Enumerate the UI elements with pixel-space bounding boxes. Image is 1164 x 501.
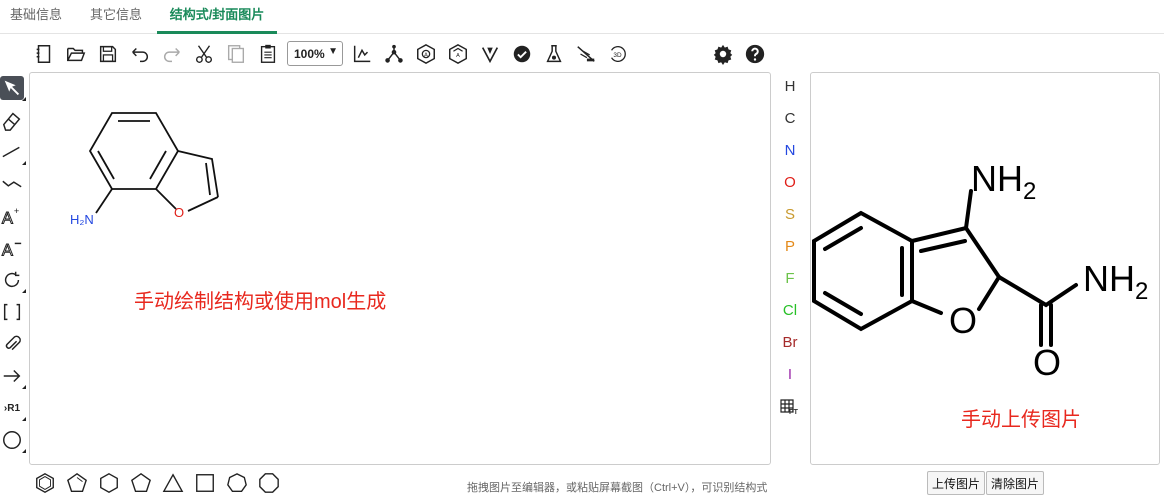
amide-nh2-label: NH2 bbox=[1083, 258, 1148, 305]
svg-text:A: A bbox=[456, 53, 460, 59]
clear-image-button[interactable]: 清除图片 bbox=[986, 471, 1045, 495]
element-h[interactable]: H bbox=[776, 78, 804, 95]
redo-icon[interactable] bbox=[160, 42, 184, 66]
3d-icon[interactable]: 3D bbox=[606, 42, 630, 66]
svg-text:A: A bbox=[2, 241, 13, 259]
cycloheptane-template-icon[interactable] bbox=[224, 470, 250, 496]
select-tool-icon[interactable] bbox=[0, 76, 26, 101]
recognize-icon[interactable] bbox=[574, 42, 598, 66]
stereo-icon[interactable] bbox=[478, 42, 502, 66]
charge-plus-icon[interactable]: A + bbox=[0, 204, 24, 228]
open-icon[interactable] bbox=[64, 42, 88, 66]
amine-top-label: NH2 bbox=[971, 158, 1036, 205]
element-o[interactable]: O bbox=[776, 174, 804, 191]
ring-oxygen-label: O bbox=[949, 300, 977, 341]
cyclopentane-template-icon[interactable] bbox=[128, 470, 154, 496]
element-c[interactable]: C bbox=[776, 110, 804, 127]
image-panel-hint: 手动上传图片 bbox=[961, 409, 1081, 431]
new-icon[interactable] bbox=[32, 42, 56, 66]
cover-molecule-image: NH2 NH2 O O bbox=[812, 158, 1148, 383]
drawing-canvas[interactable]: O H₂N 手动绘制结构或使用mol生成 bbox=[29, 72, 771, 465]
charge-minus-icon[interactable]: A bbox=[0, 236, 24, 260]
save-icon[interactable] bbox=[96, 42, 120, 66]
cyclooctane-template-icon[interactable] bbox=[256, 470, 282, 496]
layout-icon[interactable] bbox=[350, 42, 374, 66]
arrow-tool-icon[interactable] bbox=[0, 364, 26, 389]
cyclohexane-template-icon[interactable] bbox=[96, 470, 122, 496]
cover-image-panel[interactable]: NH2 NH2 O O 手动上传图片 bbox=[810, 72, 1160, 465]
svg-text:+: + bbox=[14, 206, 19, 216]
undo-icon[interactable] bbox=[128, 42, 152, 66]
clean-icon[interactable] bbox=[382, 42, 406, 66]
shape-tool-icon[interactable] bbox=[0, 428, 26, 453]
svg-text:A: A bbox=[424, 52, 428, 58]
bond-tool-icon[interactable] bbox=[0, 140, 26, 165]
upload-image-button[interactable]: 上传图片 bbox=[927, 471, 986, 495]
tab-basic-info[interactable]: 基础信息 bbox=[10, 0, 62, 34]
settings-icon[interactable] bbox=[711, 42, 735, 66]
chain-tool-icon[interactable] bbox=[0, 172, 24, 196]
element-f[interactable]: F bbox=[776, 270, 804, 287]
cyclopentadiene-template-icon[interactable] bbox=[64, 470, 90, 496]
rotate-tool-icon[interactable] bbox=[0, 268, 26, 293]
amine-label: H₂N bbox=[70, 212, 94, 227]
carbonyl-oxygen-label: O bbox=[1033, 342, 1061, 383]
left-toolbar: A + A ›R1 bbox=[0, 72, 28, 462]
help-icon[interactable] bbox=[743, 42, 767, 66]
attach-icon[interactable] bbox=[0, 332, 24, 356]
aromatize-icon[interactable]: A bbox=[414, 42, 438, 66]
copy-icon[interactable] bbox=[224, 42, 248, 66]
paste-hint-text: 拖拽图片至编辑器，或粘贴屏幕截图（Ctrl+V），可识别结构式 bbox=[467, 482, 768, 494]
analyze-icon[interactable] bbox=[542, 42, 566, 66]
element-i[interactable]: I bbox=[776, 366, 804, 383]
editor-toolbar: 100% ▼ A A 3D bbox=[30, 38, 775, 68]
svg-text:A: A bbox=[2, 209, 13, 227]
element-br[interactable]: Br bbox=[776, 334, 804, 351]
tab-bar: 基础信息 其它信息 结构式/封面图片 bbox=[0, 0, 1164, 34]
cut-icon[interactable] bbox=[192, 42, 216, 66]
element-s[interactable]: S bbox=[776, 206, 804, 223]
benzene-template-icon[interactable] bbox=[32, 470, 58, 496]
periodic-table-icon[interactable]: PT bbox=[776, 398, 804, 420]
cyclobutane-template-icon[interactable] bbox=[192, 470, 218, 496]
element-n[interactable]: N bbox=[776, 142, 804, 159]
drawn-molecule[interactable]: O H₂N bbox=[60, 103, 260, 273]
element-p[interactable]: P bbox=[776, 238, 804, 255]
svg-text:3D: 3D bbox=[613, 52, 622, 59]
tab-structure-cover[interactable]: 结构式/封面图片 bbox=[157, 0, 277, 34]
bracket-tool-icon[interactable] bbox=[0, 300, 24, 324]
check-icon[interactable] bbox=[510, 42, 534, 66]
rgroup-tool-icon[interactable]: ›R1 bbox=[0, 396, 26, 421]
paste-icon[interactable] bbox=[256, 42, 280, 66]
canvas-hint-text: 手动绘制结构或使用mol生成 bbox=[134, 291, 387, 313]
eraser-icon[interactable] bbox=[0, 108, 24, 132]
zoom-select[interactable]: 100% ▼ bbox=[287, 41, 343, 66]
element-cl[interactable]: Cl bbox=[776, 302, 804, 319]
tab-other-info[interactable]: 其它信息 bbox=[90, 0, 142, 34]
oxygen-label: O bbox=[174, 205, 184, 220]
cyclopropane-template-icon[interactable] bbox=[160, 470, 186, 496]
dearomatize-icon[interactable]: A bbox=[446, 42, 470, 66]
